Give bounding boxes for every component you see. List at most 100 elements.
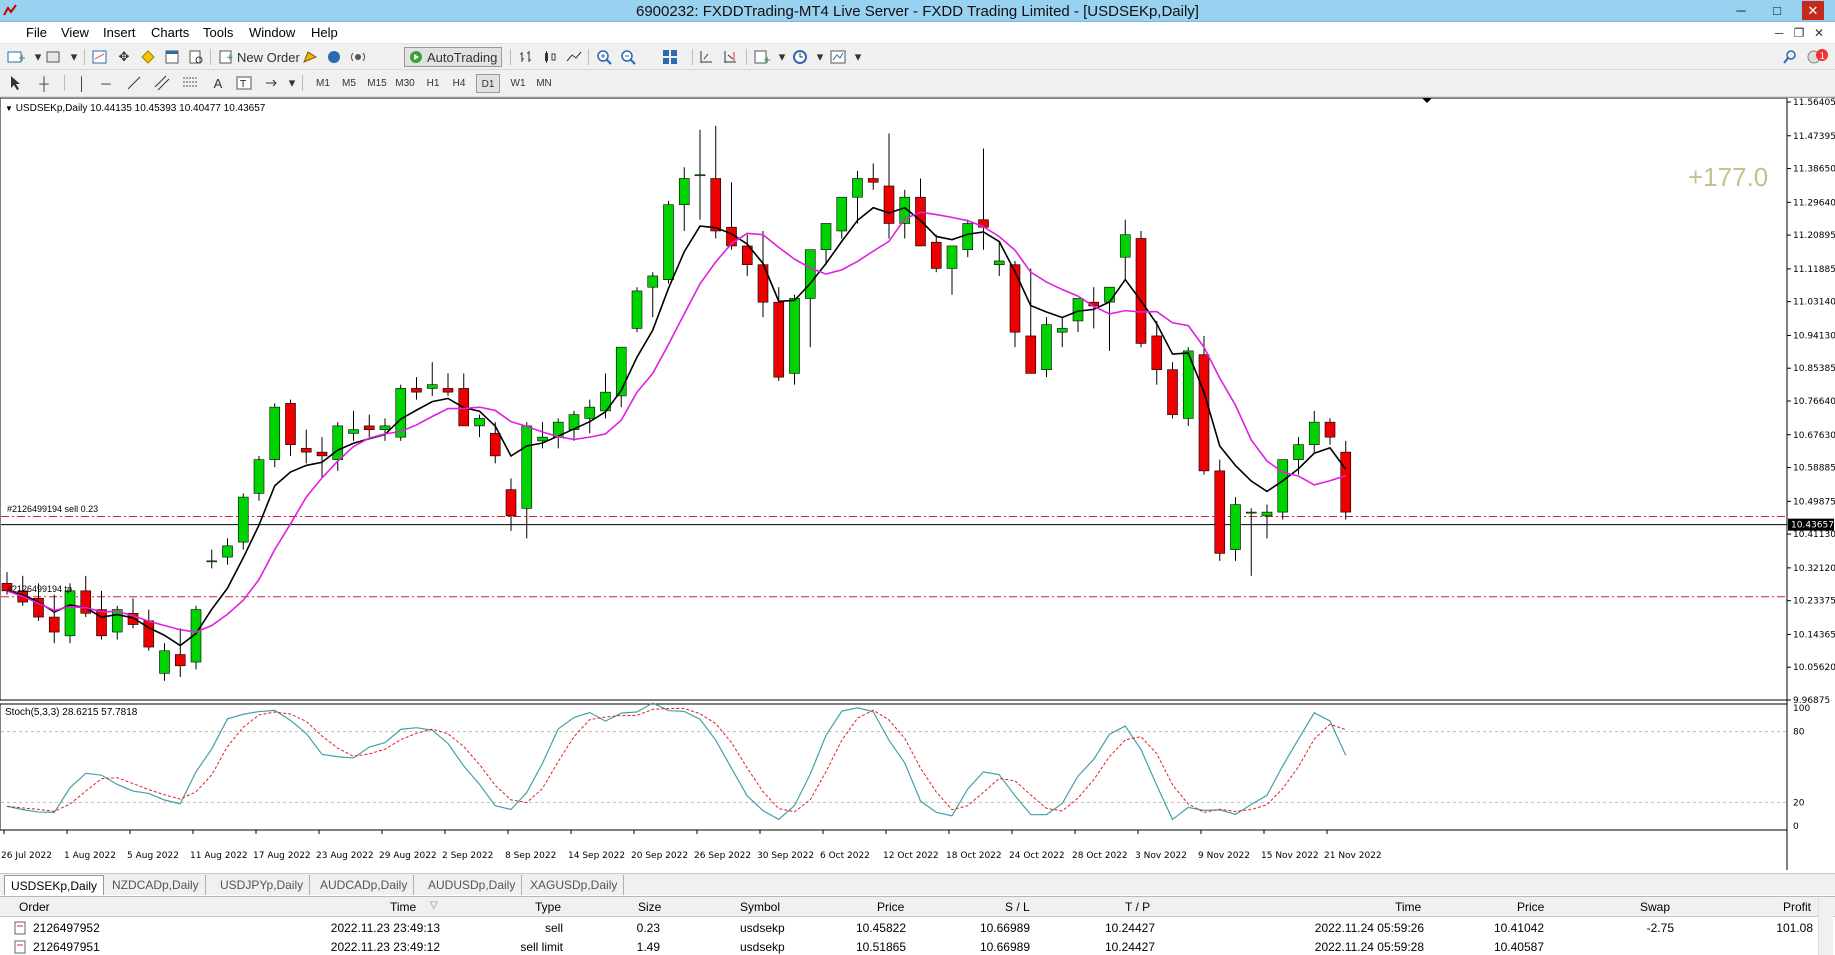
periods-icon[interactable] [790, 47, 810, 67]
autoscroll-icon[interactable] [720, 47, 740, 67]
col-swap[interactable]: Swap [1640, 900, 1670, 914]
tab-audusdp[interactable]: AUDUSDp,Daily [422, 875, 523, 895]
tab-xagusdp[interactable]: XAGUSDp,Daily [524, 875, 625, 895]
timeframe-m5[interactable]: M5 [338, 74, 360, 93]
menu-file[interactable]: File [26, 25, 47, 40]
timeframe-mn[interactable]: MN [532, 74, 556, 93]
strategy-tester-icon[interactable] [186, 47, 206, 67]
market-watch-icon[interactable] [90, 47, 110, 67]
data-window-icon[interactable] [138, 47, 158, 67]
col-close-time[interactable]: Time [1395, 900, 1421, 914]
zoom-out-icon[interactable] [618, 47, 638, 67]
tab-nzdcadp[interactable]: NZDCADp,Daily [106, 875, 206, 895]
menu-tools[interactable]: Tools [203, 25, 233, 40]
col-close-price[interactable]: Price [1517, 900, 1544, 914]
new-chart-icon[interactable]: + [6, 47, 26, 67]
order-price: 10.51865 [855, 940, 906, 954]
notifications-icon[interactable]: 1 [1805, 47, 1829, 67]
chart-shift-icon[interactable] [696, 47, 716, 67]
bull-candle [64, 590, 76, 637]
indicators-icon[interactable]: + [752, 47, 772, 67]
order-close-price: 10.41042 [1493, 921, 1544, 935]
terminal-scrollbar[interactable] [1818, 897, 1833, 955]
menu-help[interactable]: Help [311, 25, 338, 40]
dropdown-arrow-icon[interactable]: ▾ [64, 47, 84, 67]
col-order[interactable]: Order [19, 900, 50, 914]
line-chart-icon[interactable] [564, 47, 584, 67]
arrows-icon[interactable] [262, 73, 282, 93]
templates-icon[interactable] [828, 47, 848, 67]
timeframe-h4[interactable]: H4 [448, 74, 470, 93]
timeframe-w1[interactable]: W1 [506, 74, 530, 93]
timeframe-m15[interactable]: M15 [364, 74, 390, 93]
bear-candle [1025, 335, 1037, 374]
timeframe-m30[interactable]: M30 [392, 74, 418, 93]
bull-candle [820, 223, 832, 251]
trendline-icon[interactable] [124, 73, 144, 93]
cursor-icon[interactable] [6, 73, 26, 93]
vertical-line-icon[interactable]: │ [72, 73, 92, 93]
bull-candle [631, 290, 643, 329]
date-axis-label: 5 Aug 2022 [127, 851, 179, 861]
bear-candle [1324, 421, 1336, 438]
order-time: 2022.11.23 23:49:12 [330, 940, 440, 954]
col-sl[interactable]: S / L [1005, 900, 1030, 914]
candlesticks-icon[interactable] [540, 47, 560, 67]
equidistant-channel-icon[interactable] [152, 73, 172, 93]
horizontal-line-icon[interactable]: ─ [96, 73, 116, 93]
tab-usdjpyp[interactable]: USDJPYp,Daily [214, 875, 311, 895]
bear-candle [883, 185, 895, 224]
metaquotes-icon[interactable] [324, 47, 344, 67]
metaeditor-icon[interactable] [300, 47, 320, 67]
col-type[interactable]: Type [535, 900, 561, 914]
mdi-close-button[interactable]: ✕ [1810, 24, 1828, 42]
close-button[interactable]: ✕ [1802, 1, 1824, 20]
new-order-button[interactable]: + New Order [214, 47, 305, 67]
minimize-button[interactable]: ─ [1730, 1, 1752, 20]
fibonacci-icon[interactable] [180, 73, 200, 93]
terminal-icon[interactable] [162, 47, 182, 67]
profiles-icon[interactable] [44, 47, 64, 67]
col-time[interactable]: Time [390, 900, 416, 914]
mdi-minimize-button[interactable]: ─ [1770, 24, 1788, 42]
tile-windows-icon[interactable] [660, 47, 680, 67]
bull-candle [237, 496, 249, 543]
dropdown-arrow-icon[interactable]: ▾ [810, 47, 830, 67]
menu-charts[interactable]: Charts [151, 25, 189, 40]
bar-chart-icon[interactable] [516, 47, 536, 67]
col-price[interactable]: Price [877, 900, 904, 914]
dropdown-arrow-icon[interactable]: ▾ [772, 47, 792, 67]
text-icon[interactable]: A [208, 73, 228, 93]
tab-audcadp[interactable]: AUDCADp,Daily [314, 875, 415, 895]
maximize-button[interactable]: □ [1766, 1, 1788, 20]
dropdown-arrow-icon[interactable]: ▾ [848, 47, 868, 67]
menu-view[interactable]: View [61, 25, 89, 40]
date-axis-label: 29 Aug 2022 [379, 851, 437, 861]
zoom-in-icon[interactable] [594, 47, 614, 67]
search-icon[interactable] [1780, 47, 1800, 67]
autotrading-button[interactable]: AutoTrading [404, 47, 503, 67]
col-tp[interactable]: T / P [1125, 900, 1150, 914]
menu-window[interactable]: Window [249, 25, 295, 40]
table-row[interactable]: 2126497952 2022.11.23 23:49:13 sell 0.23… [0, 919, 1835, 938]
bear-candle [442, 388, 454, 393]
timeframe-h1[interactable]: H1 [422, 74, 444, 93]
dropdown-arrow-icon[interactable]: ▾ [282, 73, 302, 93]
crosshair-icon[interactable]: ┼ [34, 73, 54, 93]
timeframe-m1[interactable]: M1 [312, 74, 334, 93]
text-label-icon[interactable]: T [234, 73, 254, 93]
navigator-icon[interactable]: ✥ [114, 47, 134, 67]
col-size[interactable]: Size [638, 900, 661, 914]
menu-insert[interactable]: Insert [103, 25, 136, 40]
col-profit[interactable]: Profit [1783, 900, 1811, 914]
mdi-restore-button[interactable]: ❐ [1790, 24, 1808, 42]
bear-candle [1135, 238, 1147, 344]
table-row[interactable]: 2126497951 2022.11.23 23:49:12 sell limi… [0, 938, 1835, 955]
col-symbol[interactable]: Symbol [740, 900, 780, 914]
timeframe-d1[interactable]: D1 [476, 74, 500, 93]
signals-icon[interactable] [348, 47, 368, 67]
tab-usdsekp[interactable]: USDSEKp,Daily [4, 875, 105, 895]
price-chart[interactable]: 11.56405 11.47395 11.38650 11.29640 11.20895… [0, 98, 1835, 870]
drawing-toolbar: ┼ │ ─ A T ▾ M1 M5 M15 M30 H1 H4 D1 W1 MN [0, 70, 1835, 97]
chart-window[interactable]: 11.56405 11.47395 11.38650 11.29640 11.20895… [0, 97, 1835, 870]
